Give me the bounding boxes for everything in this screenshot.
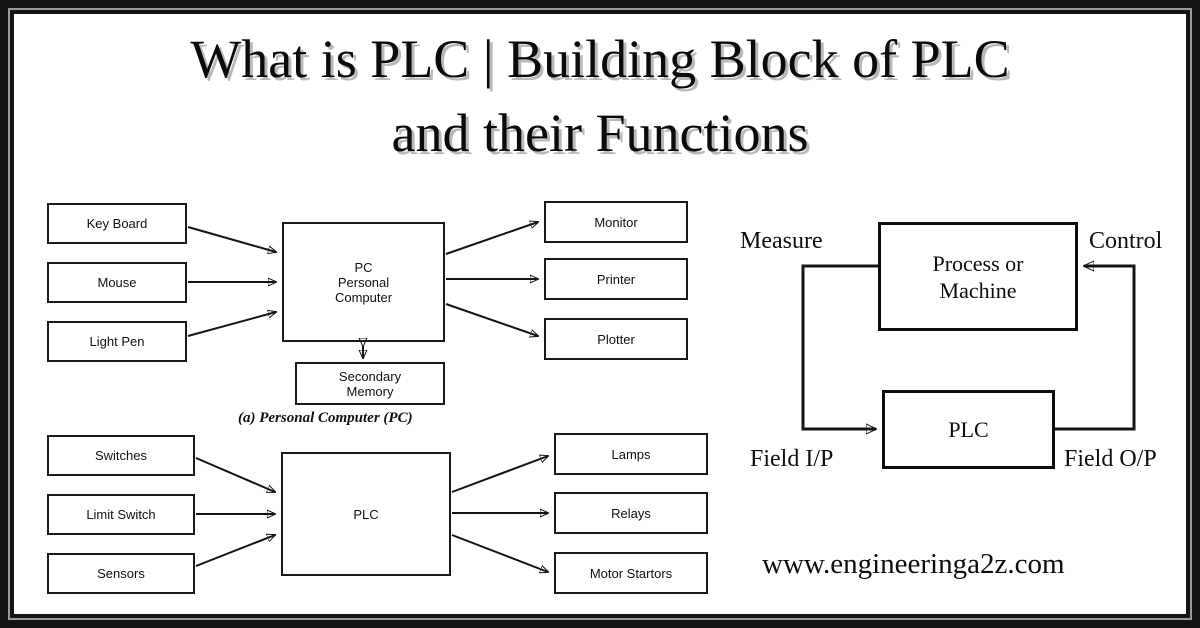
loop-path-measure-to-plc	[801, 264, 878, 429]
arrow-keyboard-to-pc	[187, 226, 276, 252]
arrow-sensors-to-plc	[195, 535, 275, 567]
plc-output-lamps-label: Lamps	[611, 446, 651, 462]
pc-input-keyboard-label: Key Board	[86, 216, 148, 231]
pc-input-mouse: Mouse	[47, 262, 187, 303]
pc-input-keyboard: Key Board	[47, 203, 187, 244]
arrow-plc-to-lamps	[451, 456, 548, 493]
loop-plc-label: PLC	[948, 417, 989, 442]
loop-process-block: Process or Machine	[878, 222, 1078, 331]
pc-diagram-caption: (a) Personal Computer (PC)	[238, 410, 413, 426]
plc-input-limit-switch-label: Limit Switch	[86, 507, 156, 522]
plc-output-motor-startors: Motor Startors	[554, 552, 708, 594]
pc-output-plotter: Plotter	[544, 318, 688, 360]
loop-process-line-1: Process or	[932, 250, 1024, 276]
pc-secondary-memory: Secondary Memory	[295, 362, 445, 405]
plc-output-motor-startors-label: Motor Startors	[589, 565, 673, 581]
pc-secondary-memory-line-1: Secondary	[338, 368, 402, 384]
loop-process-line-2: Machine	[939, 277, 1017, 303]
plc-output-relays: Relays	[554, 492, 708, 534]
plc-input-sensors: Sensors	[47, 553, 195, 594]
pc-output-plotter-label: Plotter	[597, 331, 635, 347]
arrow-lightpen-to-pc	[187, 312, 276, 337]
pc-central-unit-line-3: Computer	[334, 289, 393, 305]
arrow-plc-to-motor-startors	[451, 534, 548, 572]
plc-input-switches-label: Switches	[94, 448, 148, 463]
plc-input-limit-switch: Limit Switch	[47, 494, 195, 535]
plc-output-relays-label: Relays	[611, 505, 651, 521]
pc-secondary-memory-line-2: Memory	[346, 383, 394, 399]
poster-canvas: What is PLC | Building Block of PLC and …	[14, 14, 1186, 614]
pc-output-printer-label: Printer	[596, 271, 636, 287]
loop-label-measure: Measure	[740, 228, 823, 254]
arrow-pc-to-monitor	[445, 222, 538, 255]
arrow-pc-to-plotter	[445, 303, 538, 336]
pc-central-unit-line-1: PC	[354, 259, 373, 275]
pc-input-light-pen-label: Light Pen	[89, 334, 145, 349]
poster-frame: What is PLC | Building Block of PLC and …	[0, 0, 1200, 628]
pc-central-unit: PC Personal Computer	[282, 222, 445, 342]
plc-central-unit: PLC	[281, 452, 451, 576]
loop-label-field-op: Field O/P	[1064, 446, 1157, 472]
arrow-switches-to-plc	[195, 457, 275, 492]
loop-plc-block: PLC	[882, 390, 1055, 469]
loop-label-field-ip: Field I/P	[750, 446, 834, 472]
page-title: What is PLC | Building Block of PLC and …	[14, 14, 1186, 170]
pc-input-mouse-label: Mouse	[97, 275, 137, 290]
pc-input-light-pen: Light Pen	[47, 321, 187, 362]
plc-input-switches: Switches	[47, 435, 195, 476]
site-url-watermark: www.engineeringa2z.com	[762, 548, 1065, 580]
loop-label-control: Control	[1089, 228, 1163, 254]
page-title-line-1: What is PLC | Building Block of PLC	[190, 29, 1010, 89]
pc-output-monitor-label: Monitor	[594, 214, 638, 230]
plc-input-sensors-label: Sensors	[97, 566, 145, 581]
pc-output-monitor: Monitor	[544, 201, 688, 243]
pc-output-printer: Printer	[544, 258, 688, 300]
plc-output-lamps: Lamps	[554, 433, 708, 475]
pc-central-unit-line-2: Personal	[337, 274, 390, 290]
plc-central-unit-label: PLC	[353, 506, 379, 522]
page-title-line-2: and their Functions	[391, 103, 809, 163]
